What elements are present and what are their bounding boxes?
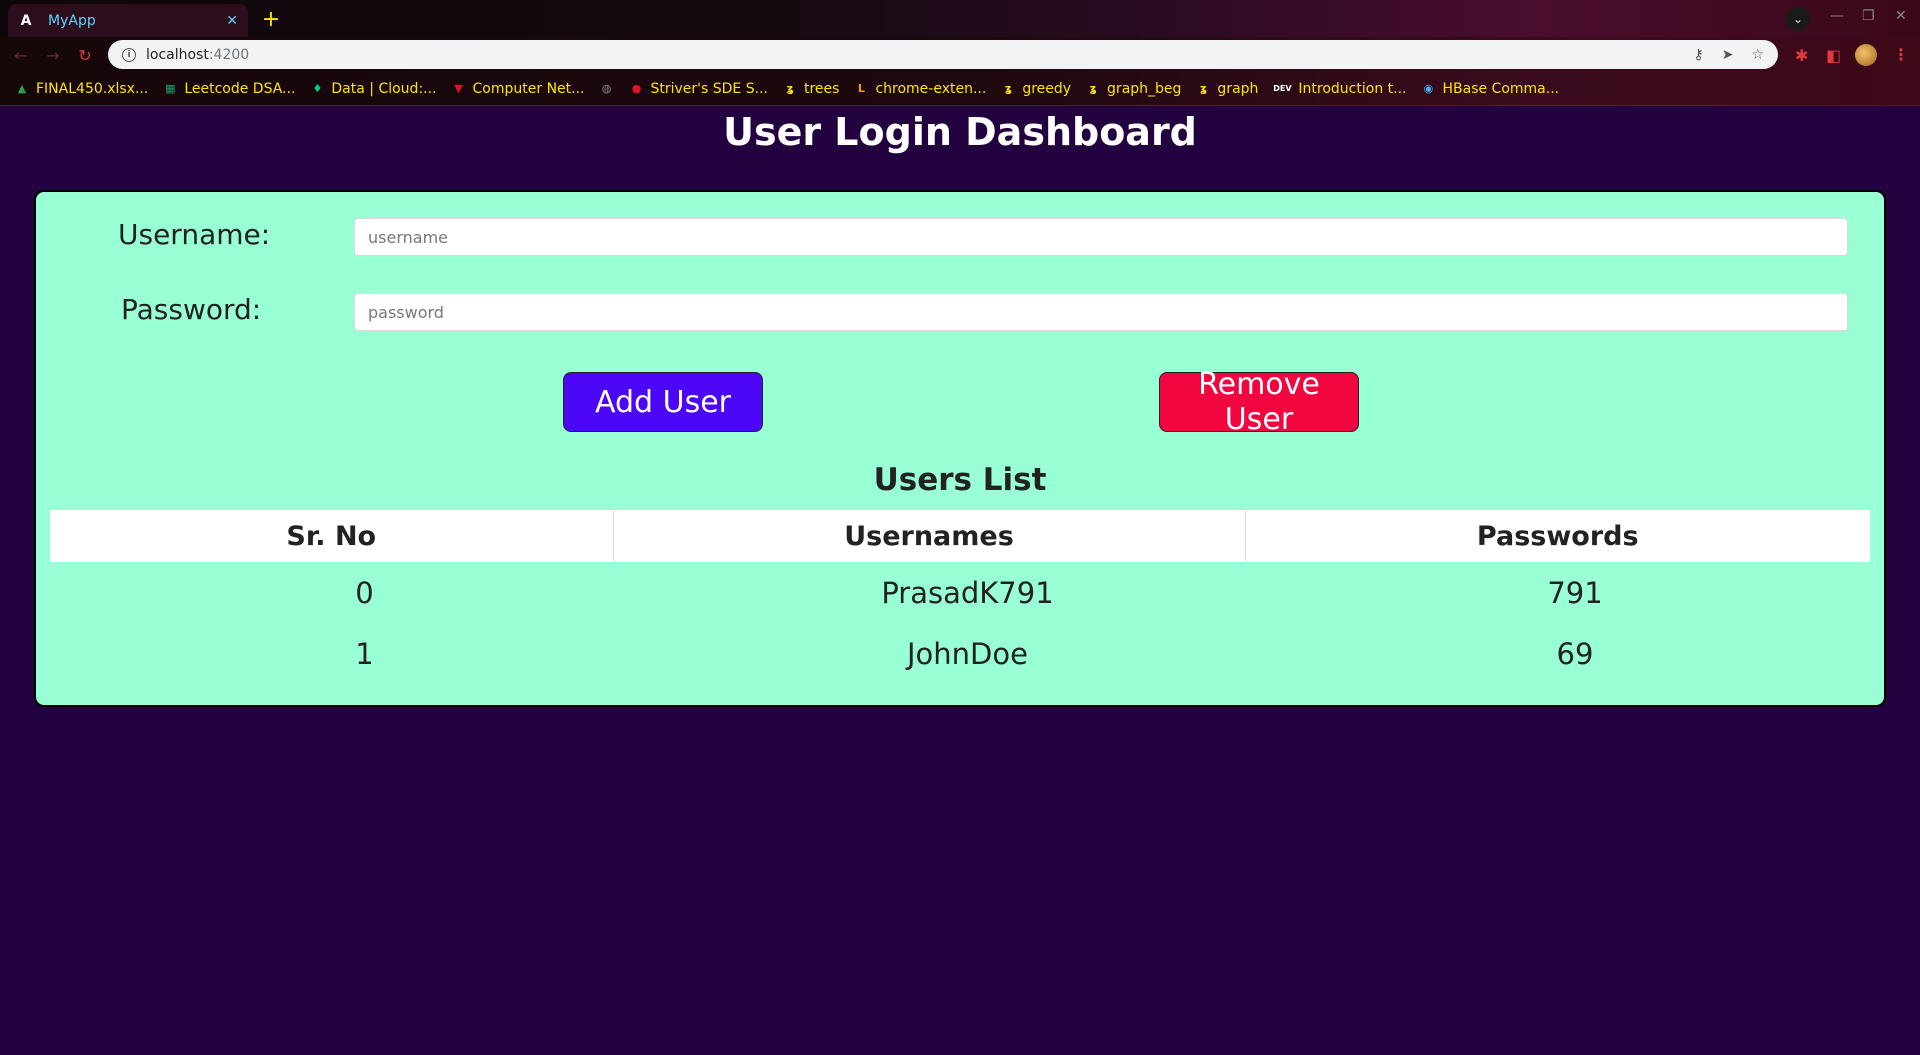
- bookmark-item[interactable]: Lchrome-exten...: [853, 81, 986, 97]
- dashboard-card: Username: Password: Add User Remove User…: [34, 190, 1886, 707]
- browser-menu-icon[interactable]: ⋮: [1893, 45, 1909, 64]
- column-header-sr-no: Sr. No: [50, 510, 614, 562]
- g-icon: ʓ: [786, 82, 794, 95]
- bookmark-star-icon[interactable]: ☆: [1751, 47, 1764, 63]
- browser-tab[interactable]: A MyApp ✕: [8, 4, 248, 37]
- password-input[interactable]: [354, 293, 1848, 331]
- tuf-icon: ●: [631, 82, 642, 95]
- bookmark-label: HBase Comma...: [1442, 80, 1560, 97]
- side-panel-icon[interactable]: ◧: [1826, 46, 1841, 65]
- password-label: Password:: [121, 293, 262, 326]
- browser-toolbar: ← → ↻ i localhost:4200 ⚷ ➤ ☆ ✱ ◧ ⋮: [0, 37, 1920, 72]
- cell-sr-no: 0: [355, 575, 374, 610]
- v-icon: ▼: [454, 82, 463, 95]
- table-row: 1 JohnDoe 69: [50, 623, 1870, 684]
- extensions-puzzle-icon[interactable]: ✱: [1795, 46, 1808, 65]
- key-icon[interactable]: ⚷: [1693, 47, 1703, 63]
- new-tab-button[interactable]: +: [258, 6, 284, 32]
- bookmark-item[interactable]: DEV Introduction t...: [1272, 81, 1406, 97]
- username-label: Username:: [118, 218, 271, 251]
- leaf-icon: ♦: [312, 82, 323, 95]
- profile-avatar[interactable]: [1855, 44, 1877, 66]
- bookmark-label: Computer Net...: [472, 80, 585, 97]
- dev-icon: DEV: [1273, 84, 1292, 93]
- g-icon: ʓ: [1004, 82, 1012, 95]
- username-input[interactable]: [354, 218, 1848, 256]
- cell-password: 69: [1556, 636, 1594, 671]
- lk-icon: L: [857, 82, 865, 95]
- bookmark-label: greedy: [1022, 80, 1072, 97]
- table-row: 0 PrasadK791 791: [50, 562, 1870, 623]
- bookmark-item[interactable]: ◉ HBase Comma...: [1420, 81, 1559, 97]
- restore-icon[interactable]: ❐: [1862, 8, 1875, 24]
- bookmark-label: Introduction t...: [1298, 80, 1407, 97]
- bookmark-item[interactable]: ʓ graph: [1195, 80, 1259, 97]
- bookmark-item[interactable]: ʓ trees: [782, 81, 839, 97]
- browser-tab-strip: A MyApp ✕ + ⌄ — ❐ ✕: [0, 0, 1920, 37]
- cell-username: JohnDoe: [907, 636, 1028, 671]
- address-host: localhost: [146, 46, 209, 63]
- bookmark-item[interactable]: ʓ graph_beg: [1085, 80, 1182, 97]
- bookmark-item[interactable]: ● Striver's SDE S...: [629, 81, 768, 97]
- bookmarks-bar: ▲ FINAL450.xlsx... ▦ Leetcode DSA... ♦ Data |…: [0, 72, 1920, 106]
- table-header-row: Sr. No Usernames Passwords: [50, 510, 1870, 562]
- back-arrow-icon[interactable]: ←: [10, 44, 32, 66]
- reload-icon[interactable]: ↻: [74, 44, 96, 66]
- bookmark-item[interactable]: ▲ FINAL450.xlsx...: [14, 80, 149, 97]
- sheets-icon: ▦: [165, 82, 176, 95]
- bookmark-item[interactable]: ◍: [599, 81, 615, 97]
- angular-favicon-icon: A: [20, 12, 32, 29]
- bookmark-label: FINAL450.xlsx...: [36, 80, 149, 97]
- bookmark-label: Data | Cloud:...: [331, 80, 437, 97]
- bookmark-label: Leetcode DSA...: [184, 80, 296, 97]
- bookmark-label: graph: [1217, 80, 1259, 97]
- minimize-icon[interactable]: —: [1830, 8, 1844, 24]
- close-tab-icon[interactable]: ✕: [226, 13, 238, 29]
- forward-arrow-icon[interactable]: →: [42, 44, 64, 66]
- bookmark-label: trees: [803, 80, 840, 97]
- tab-title: MyApp: [48, 12, 96, 29]
- g-icon: ʓ: [1089, 82, 1097, 95]
- bookmark-label: chrome-exten...: [875, 80, 987, 97]
- address-bar[interactable]: i localhost:4200 ⚷ ➤ ☆: [108, 40, 1778, 69]
- remove-user-button[interactable]: Remove User: [1159, 367, 1359, 437]
- g-icon: ʓ: [1199, 82, 1207, 95]
- drive-icon: ▲: [17, 82, 27, 95]
- column-header-passwords: Passwords: [1245, 510, 1870, 562]
- bookmark-item[interactable]: ♦ Data | Cloud:...: [309, 81, 436, 97]
- bookmark-item[interactable]: ʓ greedy: [1000, 81, 1071, 97]
- tab-search-icon[interactable]: ⌄: [1786, 7, 1810, 31]
- add-user-button[interactable]: Add User: [563, 372, 763, 432]
- users-list-title: Users List: [873, 462, 1047, 498]
- hbase-icon: ◉: [1423, 82, 1434, 95]
- bookmark-label: Striver's SDE S...: [650, 80, 768, 97]
- bookmark-item[interactable]: ▼ Computer Net...: [451, 80, 585, 97]
- users-table: Sr. No Usernames Passwords 0 PrasadK791 …: [50, 510, 1870, 684]
- send-icon[interactable]: ➤: [1722, 47, 1734, 63]
- column-header-usernames: Usernames: [613, 510, 1246, 562]
- cell-username: PrasadK791: [881, 575, 1054, 610]
- cell-password: 791: [1547, 575, 1603, 610]
- page-title: User Login Dashboard: [723, 110, 1197, 154]
- address-port: :4200: [208, 46, 250, 63]
- globe-icon: ◍: [601, 82, 612, 95]
- cell-sr-no: 1: [355, 636, 374, 671]
- bookmark-item[interactable]: ▦ Leetcode DSA...: [162, 81, 295, 97]
- site-info-icon[interactable]: i: [122, 47, 136, 62]
- close-window-icon[interactable]: ✕: [1895, 8, 1907, 24]
- bookmark-label: graph_beg: [1107, 80, 1182, 97]
